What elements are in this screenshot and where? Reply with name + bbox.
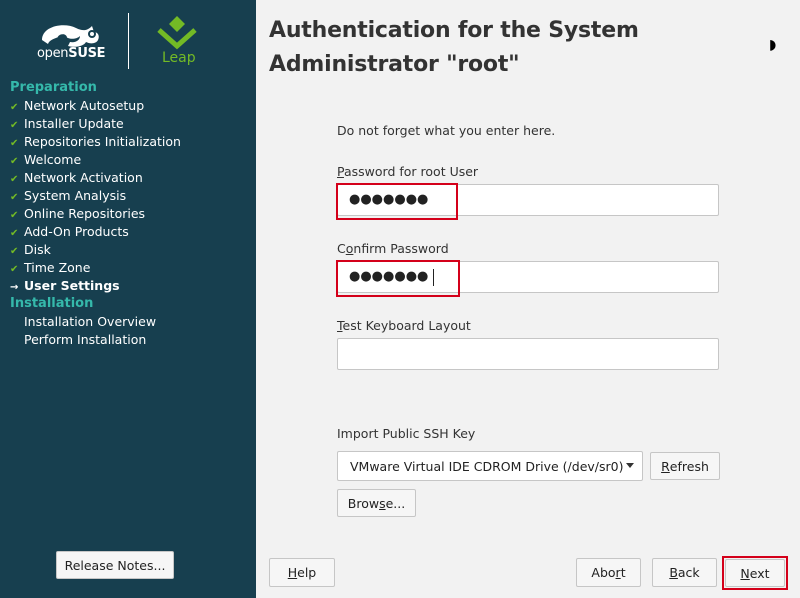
password-label-rest: assword for root User [343,164,479,179]
step-installer-update: ✔ Installer Update [10,115,124,133]
step-network-activation: ✔ Network Activation [10,169,143,187]
section-heading-preparation: Preparation [10,80,97,95]
leap-wordmark: Leap [162,50,196,66]
ssh-key-source-select[interactable]: VMware Virtual IDE CDROM Drive (/dev/sr0… [337,451,643,481]
step-installation-overview: Installation Overview [24,314,157,329]
browse-button[interactable]: Browse... [337,489,416,517]
refresh-button[interactable]: Refresh [650,452,720,480]
back-button[interactable]: Back [652,558,717,587]
step-perform-installation: Perform Installation [24,332,147,347]
step-network-autosetup: ✔ Network Autosetup [10,97,144,115]
ssh-key-selected-value: VMware Virtual IDE CDROM Drive (/dev/sr0… [350,458,624,474]
step-add-on-products: ✔ Add-On Products [10,223,129,241]
abort-button[interactable]: Abort [576,558,641,587]
highlight-confirm-password [336,260,460,297]
confirm-password-label: Confirm Password [337,241,449,256]
section-heading-installation: Installation [10,296,94,311]
step-welcome: ✔ Welcome [10,151,81,169]
current-arrow-icon: → [10,282,19,293]
sidebar: openSUSE Leap Preparation ✔ Network Autos… [0,0,256,598]
highlight-next [722,556,788,590]
theme-toggle-icon[interactable]: ◗ [769,37,785,53]
keyboard-layout-field[interactable] [337,338,719,370]
hint-text: Do not forget what you enter here. [337,123,556,138]
ssh-key-label: Import Public SSH Key [337,426,476,441]
keyboard-layout-label: Test Keyboard Layout [337,318,471,333]
browse-label: Browse... [347,495,406,511]
opensuse-wordmark: openSUSE [37,46,106,61]
release-notes-button[interactable]: Release Notes... [56,551,174,579]
page-title: Authentication for the System Administra… [269,18,639,77]
logo-divider [128,13,129,69]
dropdown-caret-icon [626,463,634,468]
help-button[interactable]: Help [269,558,335,587]
step-repositories-initialization: ✔ Repositories Initialization [10,133,181,151]
password-label: Password for root User [337,164,479,179]
highlight-password [336,183,458,220]
step-time-zone: ✔ Time Zone [10,259,90,277]
step-user-settings: → User Settings [10,277,120,295]
leap-logo-icon [157,16,197,50]
step-disk: ✔ Disk [10,241,51,259]
step-online-repositories: ✔ Online Repositories [10,205,145,223]
logo-area: openSUSE Leap [0,0,256,78]
step-system-analysis: ✔ System Analysis [10,187,126,205]
